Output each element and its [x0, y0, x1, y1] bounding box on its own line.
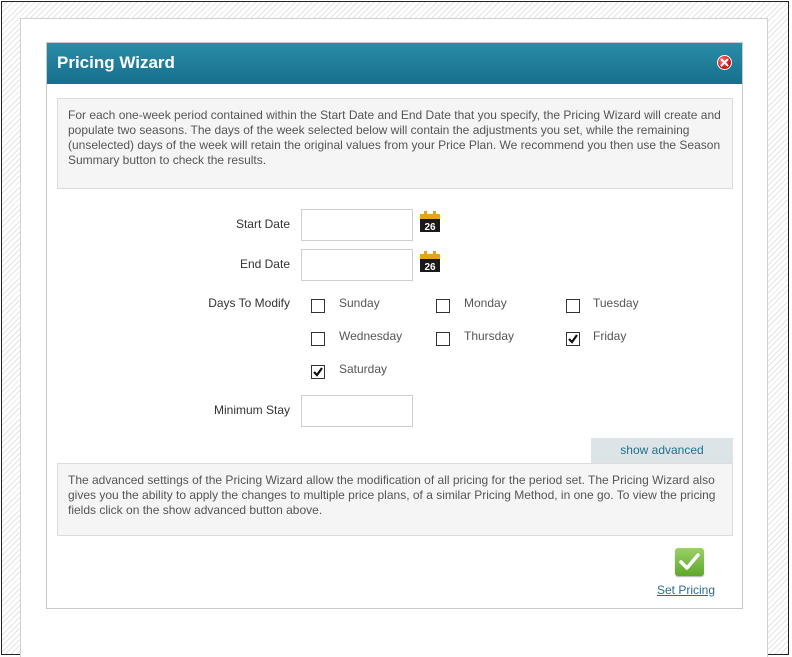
start-date-label: Start Date [235, 217, 290, 231]
days-to-modify-label: Days To Modify [208, 296, 290, 310]
minimum-stay-input[interactable] [301, 395, 413, 427]
calendar-icon[interactable]: 26 [420, 211, 440, 233]
day-label-saturday: Saturday [339, 362, 388, 376]
advanced-text: The advanced settings of the Pricing Wiz… [68, 473, 716, 517]
dialog-title: Pricing Wizard [57, 53, 175, 72]
pricing-wizard-dialog: Pricing Wizard For each one-week period … [46, 42, 743, 609]
calendar-icon[interactable]: 26 [420, 251, 440, 273]
checkbox-sunday[interactable] [311, 299, 325, 313]
checkbox-wednesday[interactable] [311, 332, 325, 346]
calendar-day-label: 26 [424, 222, 436, 232]
minimum-stay-label: Minimum Stay [213, 403, 290, 417]
calendar-day-label: 26 [424, 262, 436, 272]
end-date-input[interactable] [301, 249, 413, 281]
close-icon[interactable] [717, 55, 732, 70]
day-label-friday: Friday [593, 329, 627, 343]
checkbox-friday[interactable] [566, 332, 580, 346]
intro-info-box: For each one-week period contained withi… [57, 98, 733, 189]
day-label-tuesday: Tuesday [593, 296, 639, 310]
day-label-thursday: Thursday [464, 329, 515, 343]
end-date-label: End Date [239, 257, 290, 271]
start-date-input[interactable] [301, 209, 413, 241]
advanced-info-box: The advanced settings of the Pricing Wiz… [57, 463, 733, 536]
checkmark-icon[interactable] [675, 548, 704, 576]
checkbox-monday[interactable] [436, 299, 450, 313]
show-advanced-button[interactable]: show advanced [591, 438, 733, 463]
checkbox-thursday[interactable] [436, 332, 450, 346]
set-pricing-link[interactable]: Set Pricing [657, 583, 715, 598]
checkbox-tuesday[interactable] [566, 299, 580, 313]
day-label-wednesday: Wednesday [339, 329, 403, 343]
intro-text: For each one-week period contained withi… [68, 108, 721, 167]
day-label-sunday: Sunday [339, 296, 380, 310]
day-label-monday: Monday [464, 296, 507, 310]
dialog-header: Pricing Wizard [47, 43, 742, 84]
checkbox-saturday[interactable] [311, 365, 325, 379]
